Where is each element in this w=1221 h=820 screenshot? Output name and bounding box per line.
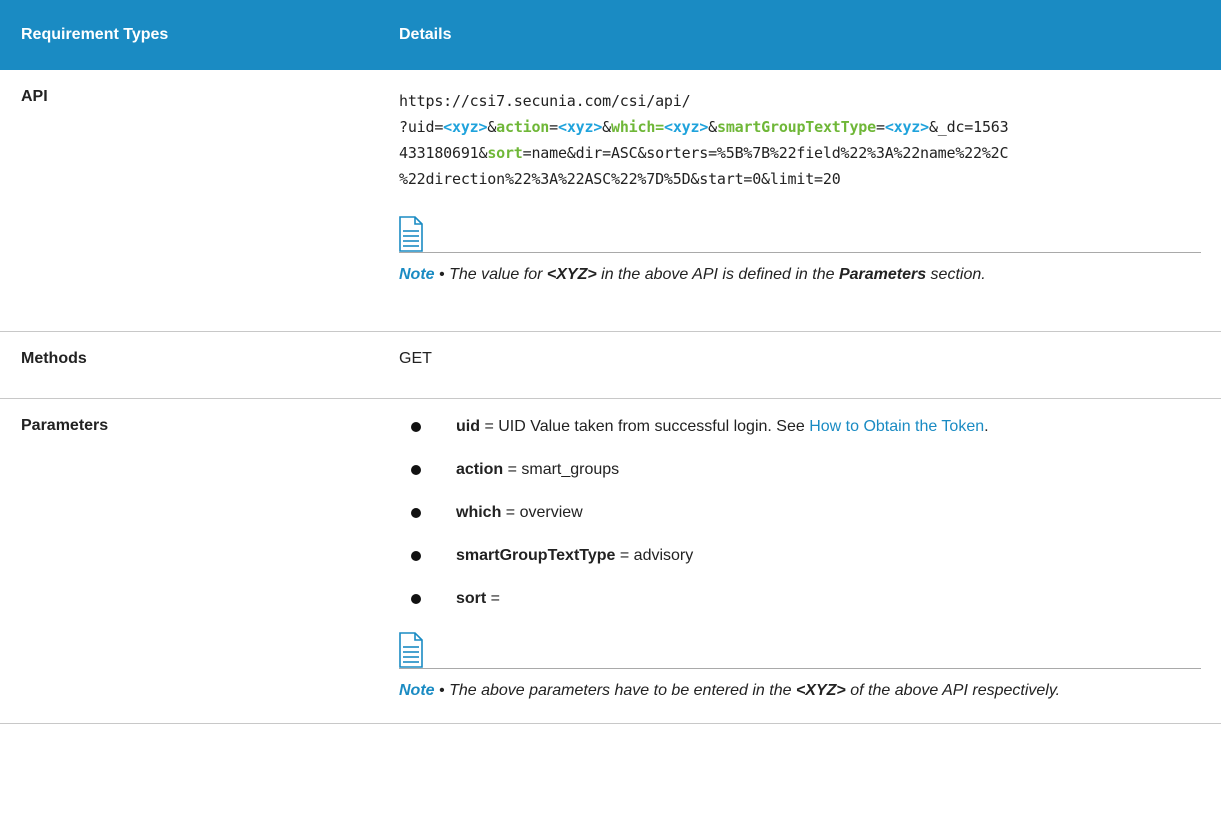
list-item: which = overview — [399, 503, 1201, 546]
bullet-dot — [411, 593, 421, 604]
bullet-dot — [411, 507, 421, 518]
table-row-api: API https://csi7.secunia.com/csi/api/ ?u… — [0, 70, 1221, 332]
bullet-dot — [411, 550, 421, 561]
row-details-api: https://csi7.secunia.com/csi/api/ ?uid=<… — [379, 70, 1221, 332]
header-details: Details — [379, 0, 1221, 70]
api-url-line3: 433180691&sort=name&dir=ASC&sorters=%5B%… — [399, 144, 1009, 162]
row-details-parameters: uid = UID Value taken from successful lo… — [379, 398, 1221, 724]
api-url-line1: https://csi7.secunia.com/csi/api/ — [399, 92, 691, 110]
list-item: sort = — [399, 589, 1201, 632]
table-row-methods: Methods GET — [0, 331, 1221, 399]
row-label-api: API — [0, 70, 379, 332]
row-value-methods: GET — [379, 331, 1221, 399]
parameters-list: uid = UID Value taken from successful lo… — [399, 417, 1201, 632]
list-item: uid = UID Value taken from successful lo… — [399, 417, 1201, 460]
header-requirement-types: Requirement Types — [0, 0, 379, 70]
api-url-line4: %22direction%22%3A%22ASC%22%7D%5D&start=… — [399, 170, 841, 188]
api-url-line2: ?uid=<xyz>&action=<xyz>&which=<xyz>&smar… — [399, 118, 1009, 136]
list-item: action = smart_groups — [399, 460, 1201, 503]
api-url[interactable]: https://csi7.secunia.com/csi/api/ ?uid=<… — [399, 88, 1201, 192]
document-note-icon — [399, 216, 1201, 252]
bullet-dot — [411, 464, 421, 475]
row-label-parameters: Parameters — [0, 398, 379, 724]
row-label-methods: Methods — [0, 331, 379, 399]
list-item: smartGroupTextType = advisory — [399, 546, 1201, 589]
bullet-dot — [411, 421, 421, 432]
table-header-row: Requirement Types Details — [0, 0, 1221, 70]
requirements-table: Requirement Types Details API https://cs… — [0, 0, 1221, 724]
document-note-icon — [399, 631, 1201, 668]
token-link[interactable]: How to Obtain the Token — [809, 418, 984, 435]
api-note: Note • The value for <XYZ> in the above … — [399, 252, 1201, 289]
table-row-parameters: Parameters uid = UID Value taken from su… — [0, 398, 1221, 724]
parameters-note: Note • The above parameters have to be e… — [399, 667, 1201, 705]
